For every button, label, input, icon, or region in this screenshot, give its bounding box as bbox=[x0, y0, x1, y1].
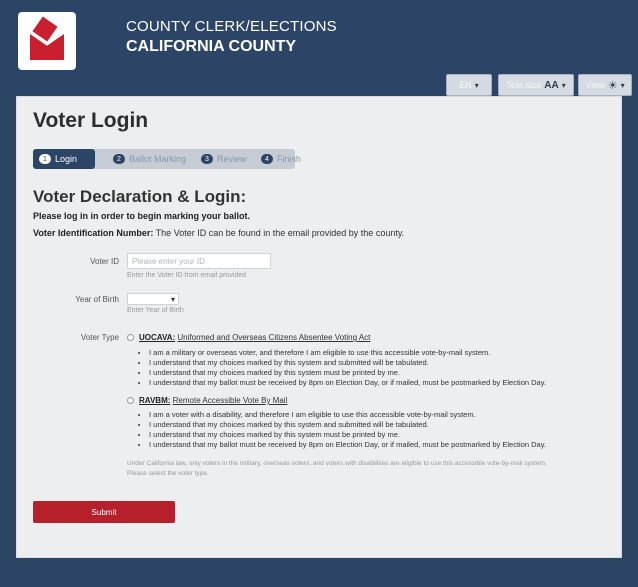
step-review: 3 Review bbox=[201, 149, 247, 169]
step-number: 2 bbox=[113, 154, 125, 164]
eligibility-note-line: Under California law, only voters in the… bbox=[127, 460, 547, 467]
ravbm-declarations: I am a voter with a disability, and ther… bbox=[139, 410, 546, 450]
list-item: I am a voter with a disability, and ther… bbox=[149, 410, 546, 420]
list-item: I am a military or overseas voter, and t… bbox=[149, 348, 546, 358]
eligibility-note: Under California law, only voters in the… bbox=[127, 459, 547, 479]
step-login: 1 Login bbox=[33, 149, 95, 169]
step-number: 1 bbox=[39, 154, 51, 164]
select-voter-type-note: Please select the voter type. bbox=[127, 470, 209, 477]
step-ballot-marking: 2 Ballot Marking bbox=[113, 149, 186, 169]
voter-id-info-text: The Voter ID can be found in the email p… bbox=[153, 228, 405, 238]
ravbm-code: RAVBM: bbox=[139, 396, 171, 405]
ravbm-name: Remote Accessible Vote By Mail bbox=[172, 396, 288, 405]
language-label: EN bbox=[459, 80, 472, 90]
step-label: Finish bbox=[277, 154, 302, 164]
text-size-label: Text size bbox=[506, 80, 542, 90]
list-item: I understand that my ballot must be rece… bbox=[149, 378, 546, 388]
page-title: Voter Login bbox=[33, 109, 149, 132]
view-label: View bbox=[585, 80, 605, 90]
ravbm-option-label[interactable]: RAVBM: Remote Accessible Vote By Mail bbox=[139, 396, 287, 405]
voter-id-input[interactable]: Please enter your ID bbox=[127, 253, 271, 269]
step-number: 3 bbox=[201, 154, 213, 164]
ballot-flag-shape bbox=[32, 16, 58, 42]
ballot-box-icon[interactable] bbox=[18, 12, 76, 70]
uocava-declarations: I am a military or overseas voter, and t… bbox=[139, 348, 546, 388]
voter-id-help: Enter the Voter ID from email provided bbox=[127, 272, 247, 279]
site-header: COUNTY CLERK/ELECTIONS CALIFORNIA COUNTY… bbox=[4, 4, 634, 96]
progress-steps: 1 Login 2 Ballot Marking 3 Review 4 Fini… bbox=[33, 149, 301, 169]
voter-id-info-label: Voter Identification Number: bbox=[33, 228, 154, 238]
step-label: Review bbox=[217, 154, 247, 164]
text-size-dropdown[interactable]: Text size AA ▾ bbox=[498, 74, 574, 96]
chevron-down-icon: ▾ bbox=[170, 294, 175, 304]
list-item: I understand that my choices marked by t… bbox=[149, 430, 546, 440]
list-item: I understand that my choices marked by t… bbox=[149, 420, 546, 430]
main-panel: Voter Login 1 Login 2 Ballot Marking 3 R… bbox=[16, 96, 622, 558]
step-label: Login bbox=[55, 154, 78, 164]
chevron-down-icon: ▾ bbox=[561, 80, 566, 90]
year-of-birth-help: Enter Year of Birth bbox=[127, 307, 184, 314]
submit-button[interactable]: Submit bbox=[33, 501, 175, 523]
county-clerk-title: COUNTY CLERK/ELECTIONS bbox=[126, 18, 337, 35]
instruction-text: Please log in in order to begin marking … bbox=[33, 211, 251, 221]
list-item: I understand that my choices marked by t… bbox=[149, 368, 546, 378]
language-dropdown[interactable]: EN ▾ bbox=[446, 74, 492, 96]
step-label: Ballot Marking bbox=[129, 154, 187, 164]
section-heading: Voter Declaration & Login: bbox=[33, 187, 247, 206]
text-size-icon: AA bbox=[544, 79, 559, 91]
uocava-code: UOCAVA: bbox=[139, 333, 176, 342]
list-item: I understand that my choices marked by t… bbox=[149, 358, 546, 368]
county-name: CALIFORNIA COUNTY bbox=[126, 38, 297, 55]
chevron-down-icon: ▾ bbox=[620, 80, 625, 90]
voter-id-label: Voter ID bbox=[90, 257, 119, 266]
uocava-radio[interactable] bbox=[127, 334, 134, 341]
uocava-name: Uniformed and Overseas Citizens Absentee… bbox=[177, 333, 371, 342]
list-item: I understand that my ballot must be rece… bbox=[149, 440, 546, 450]
year-of-birth-label: Year of Birth bbox=[75, 295, 119, 304]
chevron-down-icon: ▾ bbox=[474, 80, 479, 90]
view-dropdown[interactable]: View ☀ ▾ bbox=[578, 74, 632, 96]
brightness-icon: ☀ bbox=[607, 79, 618, 92]
ravbm-radio[interactable] bbox=[127, 397, 134, 404]
uocava-option-label[interactable]: UOCAVA: Uniformed and Overseas Citizens … bbox=[139, 333, 370, 342]
voter-id-info: Voter Identification Number: The Voter I… bbox=[33, 228, 404, 238]
year-of-birth-select[interactable]: ▾ bbox=[127, 293, 179, 305]
voter-type-label: Voter Type bbox=[80, 333, 119, 342]
step-finish: 4 Finish bbox=[261, 149, 301, 169]
site-footer bbox=[0, 567, 638, 587]
step-number: 4 bbox=[261, 154, 273, 164]
